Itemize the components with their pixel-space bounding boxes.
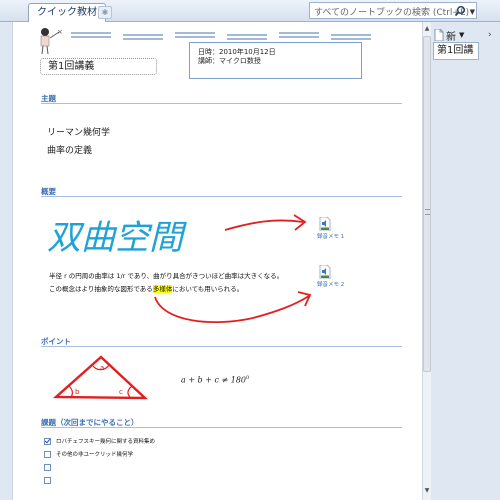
lecturer-line: 講師：マイクロ数授 xyxy=(198,57,261,65)
audio-memo-label[interactable]: 録音メモ 1 xyxy=(317,232,347,240)
date-info-box[interactable]: 日時：2010年10月12日 講師：マイクロ数授 xyxy=(189,42,362,79)
summary-paragraph-line[interactable]: この概念はより抽象的な図形である多様体においても用いられる。 xyxy=(49,283,243,293)
formula[interactable]: a + b + c ≠ 1800 xyxy=(181,375,249,385)
task-item[interactable] xyxy=(44,475,56,485)
new-page-icon xyxy=(434,29,444,41)
ink-layer: 双曲空間 a b c xyxy=(47,214,312,400)
task-checkbox[interactable] xyxy=(44,463,51,471)
task-item[interactable]: その他の非ユークリッド幾何学 xyxy=(44,449,133,459)
ink-arrow xyxy=(224,219,304,231)
triangle-label: a xyxy=(100,364,104,372)
scrollbar-thumb[interactable] xyxy=(423,36,431,372)
notebook-tab-add-icon[interactable]: ✱ xyxy=(98,6,112,19)
search-box[interactable]: すべてのノートブックの検索 (Ctrl+E) ▼ xyxy=(309,2,477,19)
new-page-button[interactable]: 新 ▼ xyxy=(434,27,464,43)
summary-paragraph-line[interactable]: 半径 r の円周の曲率は 1/r であり、曲がり具合がきついほど曲率は大きくなる… xyxy=(49,270,283,280)
summary-text: この概念はより抽象的な図形である xyxy=(49,285,153,293)
section-divider xyxy=(41,427,402,428)
ink-arrow xyxy=(154,295,310,324)
handwriting-text: 双曲空間 xyxy=(47,218,187,258)
formula-superscript: 0 xyxy=(246,375,250,381)
page-list-panel: 新 ▼ › 第1回講 xyxy=(431,22,500,500)
task-checkbox[interactable] xyxy=(44,450,51,458)
audio-memo-icon xyxy=(319,265,331,279)
scrollbar-grip-icon xyxy=(425,209,430,215)
task-checkbox[interactable] xyxy=(44,476,51,484)
page-scrollbar[interactable]: ▲ ▼ xyxy=(422,22,431,500)
triangle-label: c xyxy=(119,388,123,396)
collapse-panel-icon[interactable]: › xyxy=(488,30,492,40)
page-list-item[interactable]: 第1回講 xyxy=(433,42,479,60)
summary-text: においても用いられる。 xyxy=(172,285,244,293)
search-input[interactable]: すべてのノートブックの検索 (Ctrl+E) xyxy=(314,5,469,18)
audio-memo-icon xyxy=(319,217,331,231)
topic-item[interactable]: リーマン幾何学 xyxy=(47,125,110,138)
svg-text:×: × xyxy=(57,28,63,36)
task-checkbox[interactable] xyxy=(44,437,51,445)
topic-item[interactable]: 曲率の定義 xyxy=(47,143,92,156)
triangle-label: b xyxy=(75,388,80,396)
search-icon[interactable] xyxy=(454,5,466,17)
search-dropdown-icon[interactable]: ▼ xyxy=(470,8,475,16)
task-item[interactable] xyxy=(44,462,56,472)
teacher-clipart-icon: × xyxy=(40,28,63,55)
notebook-tab[interactable]: クイック教材 xyxy=(28,3,106,22)
top-bar: クイック教材 ✱ すべてのノートブックの検索 (Ctrl+E) ▼ xyxy=(0,0,500,22)
formula-text: a + b + c ≠ 180 xyxy=(181,375,247,385)
page-title[interactable]: 第1回講義 xyxy=(40,58,157,75)
highlighted-term: 多様体 xyxy=(152,285,173,293)
scroll-up-icon[interactable]: ▲ xyxy=(423,24,431,34)
task-label[interactable]: ロバチェフスキー幾何に関する資料集め xyxy=(56,437,155,445)
section-divider xyxy=(41,103,402,104)
ink-triangle xyxy=(52,355,149,400)
audio-memo-2[interactable]: 録音メモ 2 xyxy=(317,265,347,288)
task-item[interactable]: ロバチェフスキー幾何に関する資料集め xyxy=(44,436,155,446)
new-page-label: 新 xyxy=(446,31,456,43)
section-divider xyxy=(41,196,402,197)
note-page[interactable]: × 第1回講義 日時：2010年10月12日 講師：マイクロ数授 主題 リーマン… xyxy=(12,22,422,500)
task-label[interactable]: その他の非ユークリッド幾何学 xyxy=(56,450,133,458)
chevron-down-icon[interactable]: ▼ xyxy=(459,31,464,39)
section-divider xyxy=(41,346,402,347)
audio-memo-1[interactable]: 録音メモ 1 xyxy=(317,217,347,240)
audio-memo-label[interactable]: 録音メモ 2 xyxy=(317,280,347,288)
scroll-down-icon[interactable]: ▼ xyxy=(423,486,431,496)
date-line: 日時：2010年10月12日 xyxy=(198,48,276,56)
